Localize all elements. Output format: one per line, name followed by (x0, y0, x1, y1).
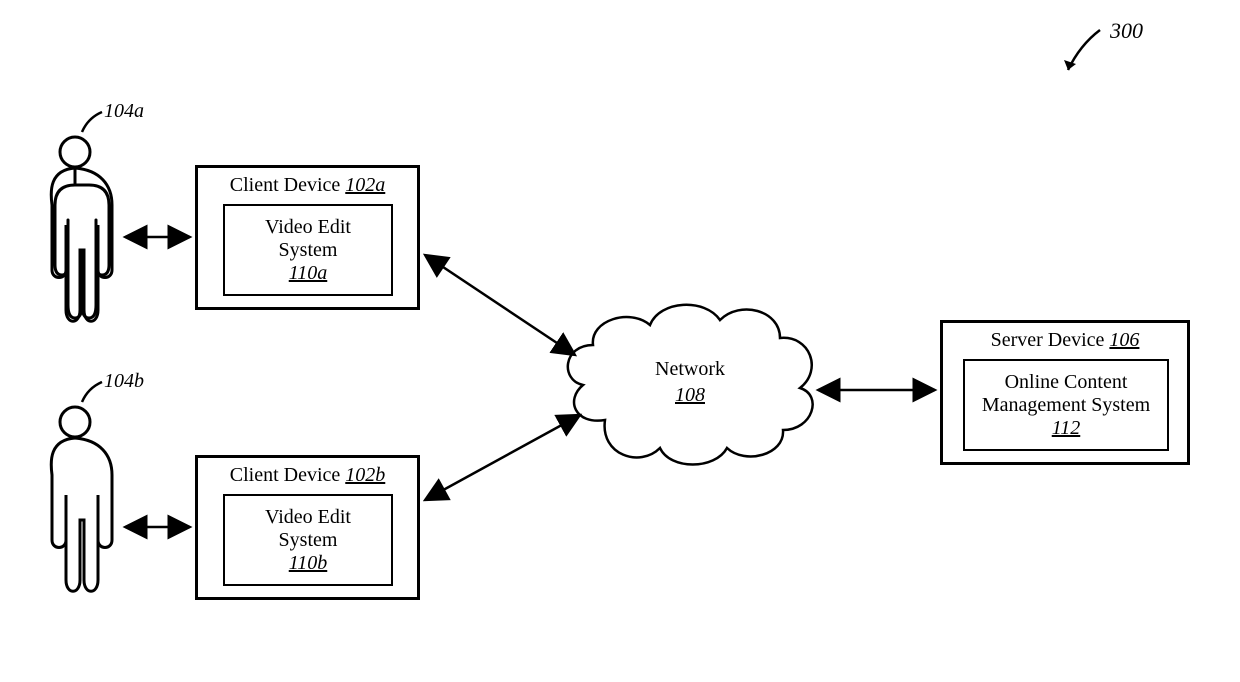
user-a-ref: 104a (104, 100, 144, 123)
network-label: Network (555, 358, 825, 381)
network-cloud: Network 108 (555, 290, 825, 480)
client-b-inner-line1: Video Edit (265, 506, 351, 529)
server-title-prefix: Server Device (991, 329, 1110, 351)
client-b-title: Client Device 102b (198, 464, 417, 487)
client-b-inner: Video Edit System 110b (223, 494, 393, 586)
server-inner-ref: 112 (1052, 417, 1081, 440)
client-a-inner-line2: System (279, 239, 338, 262)
client-a-inner: Video Edit System 110a (223, 204, 393, 296)
figure-ref-label: 300 (1110, 18, 1143, 44)
network-ref: 108 (555, 384, 825, 407)
user-icon-b (30, 400, 120, 616)
server-inner: Online Content Management System 112 (963, 359, 1169, 451)
client-a-inner-line1: Video Edit (265, 216, 351, 239)
client-b-title-ref: 102b (345, 464, 385, 486)
client-a-title: Client Device 102a (198, 174, 417, 197)
client-b-inner-ref: 110b (289, 552, 328, 575)
server-inner-line1: Online Content (1005, 371, 1128, 394)
client-a-title-ref: 102a (345, 174, 385, 196)
client-device-b-box: Client Device 102b Video Edit System 110… (195, 455, 420, 600)
client-a-title-prefix: Client Device (230, 174, 346, 196)
server-inner-line2: Management System (982, 394, 1150, 417)
figure-ref (1060, 20, 1110, 86)
server-title-ref: 106 (1109, 329, 1139, 351)
client-a-inner-ref: 110a (289, 262, 328, 285)
server-title: Server Device 106 (943, 329, 1187, 352)
user-b-ref: 104b (104, 370, 144, 393)
client-b-title-prefix: Client Device (230, 464, 346, 486)
server-device-box: Server Device 106 Online Content Managem… (940, 320, 1190, 465)
user-icon-a (30, 130, 120, 346)
client-b-inner-line2: System (279, 529, 338, 552)
client-device-a-box: Client Device 102a Video Edit System 110… (195, 165, 420, 310)
